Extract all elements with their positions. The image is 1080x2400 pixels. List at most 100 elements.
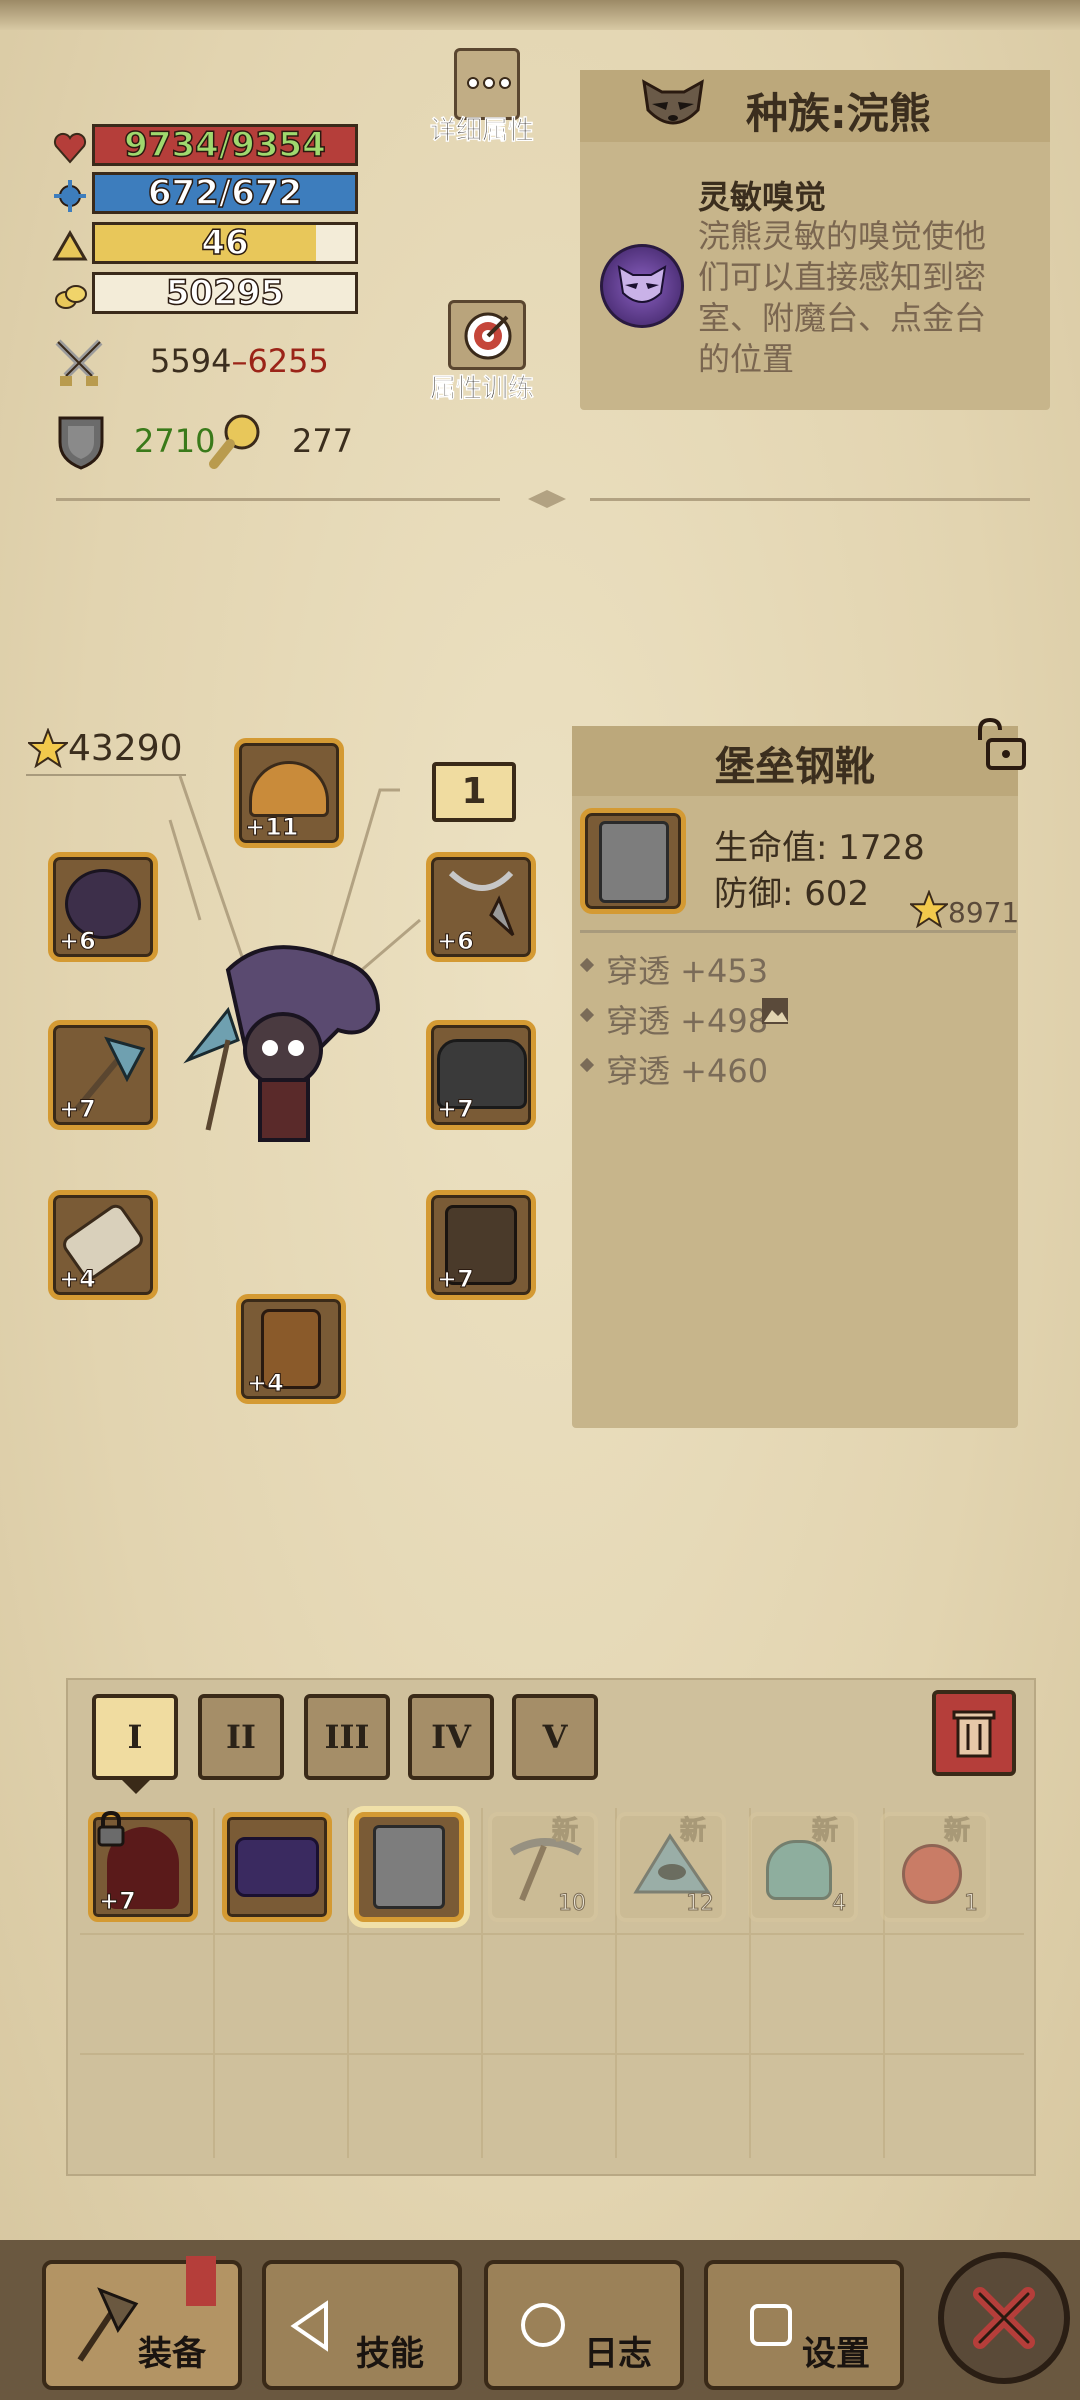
nav-settings[interactable]: 设置: [704, 2260, 904, 2390]
item-stat-defense: 防御: 602: [714, 874, 870, 914]
slot-weapon-level: +7: [59, 1095, 97, 1124]
bag-item-6[interactable]: 新 4: [748, 1812, 858, 1922]
equipment-level-badge[interactable]: 1: [432, 762, 516, 822]
item-star-icon: [910, 890, 948, 928]
bag-item-5-count: 12: [686, 1891, 715, 1917]
slot-legs-level: +7: [437, 1265, 475, 1294]
slot-weapon[interactable]: +7: [48, 1020, 158, 1130]
level-bar: 46: [92, 222, 358, 264]
new-badge: 新: [943, 1816, 971, 1847]
slot-shield[interactable]: +6: [48, 852, 158, 962]
unlock-icon[interactable]: [970, 716, 1030, 772]
bag-tab-3[interactable]: III: [304, 1694, 390, 1780]
training-label[interactable]: 属性训练: [430, 368, 535, 405]
swords-icon: [55, 339, 103, 386]
bag-tab-1[interactable]: I: [92, 1694, 178, 1780]
slot-boots[interactable]: +4: [236, 1294, 346, 1404]
details-label[interactable]: 详细属性: [430, 110, 535, 147]
crit-value: 277: [292, 422, 354, 460]
item-score: 8971: [948, 896, 1020, 929]
race-desc-line-4: 的位置: [698, 340, 795, 378]
bag-item-4-count: 10: [558, 1891, 587, 1917]
image-icon: [762, 998, 788, 1024]
slot-gauntlet-level: +4: [59, 1265, 97, 1294]
race-skill-icon: [600, 244, 684, 328]
slot-legs[interactable]: +7: [426, 1190, 536, 1300]
bag-item-1[interactable]: +7: [88, 1811, 198, 1922]
bag-tab-5[interactable]: V: [512, 1694, 598, 1780]
slot-helmet[interactable]: +11: [234, 738, 344, 848]
trash-button[interactable]: [932, 1690, 1016, 1776]
hp-bar: 9734/9354: [92, 124, 358, 166]
nav-skills-label: 技能: [356, 2334, 424, 2374]
nav-skills[interactable]: 技能: [262, 2260, 462, 2390]
teal-helmet-icon: [766, 1840, 832, 1900]
home-circle-icon: [521, 2303, 565, 2347]
new-badge: 新: [811, 1816, 839, 1847]
slot-chest[interactable]: +7: [426, 1020, 536, 1130]
mana-value: 672/672: [147, 173, 303, 213]
bag-item-3-selected[interactable]: [354, 1812, 464, 1922]
effect-3-text: 穿透 +460: [606, 1052, 769, 1090]
square-icon: [750, 2304, 792, 2346]
training-button[interactable]: [448, 300, 526, 370]
attack-dash: –: [231, 342, 248, 380]
target-icon: [464, 312, 512, 360]
steel-boots-icon: [373, 1825, 445, 1909]
bag-tab-4[interactable]: IV: [408, 1694, 494, 1780]
item-name: 堡垒钢靴: [715, 744, 875, 790]
slot-gauntlet[interactable]: +4: [48, 1190, 158, 1300]
race-skill-desc: 浣熊灵敏的嗅觉使他 们可以直接感知到密 室、附魔台、点金台 的位置: [698, 216, 986, 380]
divider-right: [590, 498, 1030, 501]
bag-item-2[interactable]: [222, 1812, 332, 1922]
bookmark-icon: [186, 2256, 216, 2306]
character-sprite: [183, 945, 381, 1142]
slot-amulet[interactable]: +6: [426, 852, 536, 962]
nav-equip[interactable]: 装备: [42, 2256, 242, 2390]
character-avatar: [168, 930, 398, 1170]
heart-icon: [53, 132, 87, 164]
nav-settings-label: 设置: [802, 2334, 870, 2374]
attack-max: 6255: [247, 342, 329, 380]
back-icon: [290, 2300, 328, 2352]
nav-log[interactable]: 日志: [484, 2260, 684, 2390]
bag-item-5[interactable]: 新 12: [616, 1812, 726, 1922]
slot-helmet-level: +11: [245, 813, 300, 842]
effect-1-text: 穿透 +453: [606, 952, 769, 990]
nav-equip-label: 装备: [138, 2334, 206, 2374]
mana-bar: 672/672: [92, 172, 358, 214]
race-desc-line-1: 浣熊灵敏的嗅觉使他: [698, 217, 987, 255]
potion-icon: [902, 1844, 962, 1904]
trash-icon: [952, 1710, 996, 1758]
hp-value: 9734/9354: [123, 125, 326, 165]
bag-item-6-count: 4: [832, 1891, 847, 1917]
bag-item-7[interactable]: 新 1: [880, 1812, 990, 1922]
lock-icon: [97, 1811, 125, 1847]
gold-icon: [55, 285, 87, 309]
close-icon: [973, 2287, 1035, 2349]
tab-pointer: [122, 1780, 150, 1794]
raccoon-icon: [642, 79, 704, 125]
purple-helmet-icon: [235, 1837, 319, 1897]
item-icon-frame: [580, 808, 686, 914]
bag-tab-2[interactable]: II: [198, 1694, 284, 1780]
race-skill-name: 灵敏嗅觉: [698, 178, 827, 216]
steel-boots-icon: [599, 821, 669, 903]
ellipsis-icon: [467, 77, 511, 91]
attack-range: 5594–6255: [150, 342, 329, 380]
mana-icon: [54, 180, 86, 212]
slot-amulet-level: +6: [437, 927, 475, 956]
bag-item-4[interactable]: 新 10: [488, 1812, 598, 1922]
bag-item-1-badge: +7: [99, 1887, 137, 1916]
new-badge: 新: [679, 1816, 707, 1847]
slot-chest-level: +7: [437, 1095, 475, 1124]
divider-ornament: [528, 490, 566, 508]
close-button[interactable]: [938, 2252, 1070, 2384]
item-divider: [580, 930, 1016, 933]
gold-value: 50295: [165, 273, 285, 313]
gold-bar: 50295: [92, 272, 358, 314]
race-title: 种族:浣熊: [746, 89, 931, 138]
axe-nav-icon: [77, 2287, 139, 2362]
effect-2-text: 穿透 +498: [606, 1002, 769, 1040]
race-desc-line-3: 室、附魔台、点金台: [698, 299, 987, 337]
